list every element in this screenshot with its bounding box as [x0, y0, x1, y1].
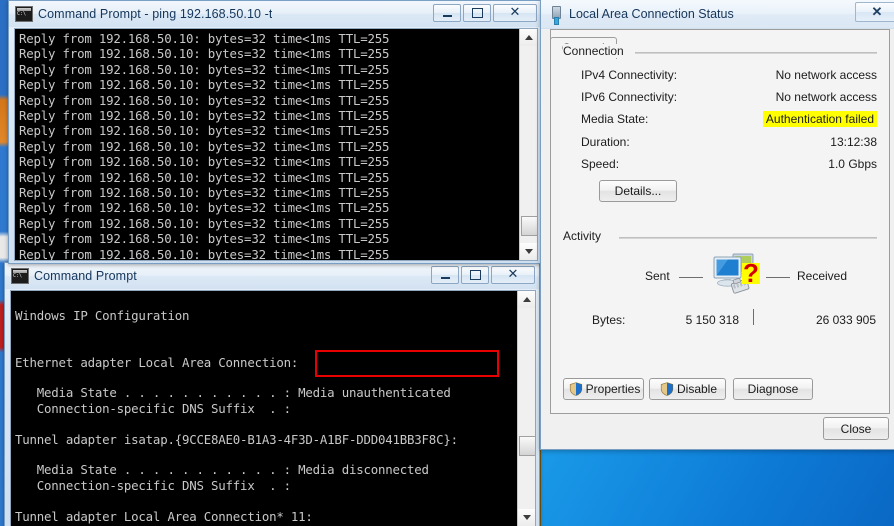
received-bytes-value: 26 033 905: [815, 313, 876, 327]
scroll-down-icon[interactable]: [518, 509, 535, 526]
minimize-button[interactable]: [431, 266, 459, 284]
local-area-connection-status-dialog[interactable]: Local Area Connection Status ✕ General C…: [540, 0, 894, 450]
properties-button[interactable]: Properties: [563, 378, 644, 400]
scrollbar-thumb[interactable]: [521, 216, 537, 236]
maximize-button[interactable]: [463, 4, 491, 22]
row-duration: Duration: 13:12:38: [581, 132, 877, 152]
shield-icon: [660, 382, 674, 396]
scroll-up-icon[interactable]: [518, 291, 535, 308]
ping-window-buttons: ✕: [433, 4, 537, 22]
close-button[interactable]: ✕: [491, 266, 535, 284]
minimize-button[interactable]: [433, 4, 461, 22]
sent-bytes-value: 5 150 318: [685, 313, 739, 327]
bytes-label: Bytes:: [592, 313, 626, 327]
sent-connector-line: [679, 277, 703, 278]
row-speed: Speed: 1.0 Gbps: [581, 154, 877, 174]
ipconfig-console[interactable]: Windows IP Configuration Ethernet adapte…: [10, 290, 536, 526]
svg-text:?: ?: [743, 258, 759, 288]
console-icon: [11, 268, 29, 284]
command-prompt-ping-window[interactable]: Command Prompt - ping 192.168.50.10 -t ✕…: [8, 0, 542, 264]
speed-value: 1.0 Gbps: [828, 157, 877, 171]
diagnose-button[interactable]: Diagnose: [733, 378, 813, 400]
received-connector-line: [766, 277, 790, 278]
scroll-up-icon[interactable]: [520, 29, 537, 46]
shield-icon: [569, 382, 583, 396]
ping-scrollbar[interactable]: [519, 29, 537, 260]
ipv6-connectivity-value: No network access: [775, 90, 877, 104]
close-icon[interactable]: ✕: [855, 2, 894, 22]
ipconfig-window-buttons: ✕: [431, 266, 535, 284]
status-dialog-titlebar[interactable]: Local Area Connection Status ✕: [541, 0, 894, 29]
computer-question-icon: ?: [709, 251, 765, 299]
ipv4-connectivity-label: IPv4 Connectivity:: [581, 68, 678, 82]
close-button[interactable]: Close: [823, 417, 889, 440]
scroll-down-icon[interactable]: [520, 243, 537, 260]
command-prompt-ipconfig-window[interactable]: Command Prompt ✕ Windows IP Configuratio…: [4, 262, 540, 526]
ipconfig-scrollbar[interactable]: [517, 291, 535, 526]
properties-button-label: Properties: [585, 382, 641, 396]
ipv4-connectivity-value: No network access: [775, 68, 877, 82]
ipconfig-title: Command Prompt: [34, 269, 137, 283]
disable-button[interactable]: Disable: [649, 378, 726, 400]
console-icon: [15, 6, 33, 22]
ipconfig-console-text: Windows IP Configuration Ethernet adapte…: [11, 291, 535, 526]
duration-label: Duration:: [581, 135, 630, 149]
ipconfig-highlighted-value: Media unauthenticated: [298, 385, 451, 401]
details-button[interactable]: Details...: [599, 180, 677, 202]
row-media-state: Media State: Authentication failed: [581, 109, 877, 129]
screen: Command Prompt ✕ Windows IP Configuratio…: [0, 0, 894, 526]
desktop-bottom-window: [540, 448, 894, 526]
ipv6-connectivity-label: IPv6 Connectivity:: [581, 90, 678, 104]
connection-group-label: Connection: [563, 44, 629, 58]
bytes-divider: [753, 309, 754, 325]
ping-console[interactable]: Reply from 192.168.50.10: bytes=32 time<…: [14, 28, 538, 261]
media-state-label: Media State:: [581, 112, 649, 126]
speed-label: Speed:: [581, 157, 620, 171]
ping-console-text: Reply from 192.168.50.10: bytes=32 time<…: [19, 31, 390, 261]
disable-button-label: Disable: [676, 382, 718, 396]
activity-group-label: Activity: [563, 229, 607, 243]
maximize-button[interactable]: [461, 266, 489, 284]
scrollbar-thumb[interactable]: [519, 436, 535, 456]
duration-value: 13:12:38: [830, 135, 877, 149]
ping-titlebar[interactable]: Command Prompt - ping 192.168.50.10 -t ✕: [9, 1, 541, 27]
general-tab-panel: Connection IPv4 Connectivity: No network…: [550, 29, 890, 414]
status-dialog-title: Local Area Connection Status: [569, 7, 734, 21]
activity-group: Activity Sent Received ? Bytes: 5 150 31…: [563, 229, 877, 357]
ping-title: Command Prompt - ping 192.168.50.10 -t: [38, 7, 273, 21]
ipconfig-text-after: Connection-specific DNS Suffix . : Tunne…: [15, 400, 458, 524]
received-label: Received: [797, 269, 848, 283]
sent-label: Sent: [645, 269, 670, 283]
media-state-value: Authentication failed: [762, 111, 877, 127]
ipconfig-text-before: Windows IP Configuration Ethernet adapte…: [15, 308, 299, 401]
row-ipv4-connectivity: IPv4 Connectivity: No network access: [581, 65, 877, 85]
network-adapter-icon: [549, 5, 562, 25]
row-ipv6-connectivity: IPv6 Connectivity: No network access: [581, 87, 877, 107]
close-button[interactable]: ✕: [493, 4, 537, 22]
ipconfig-titlebar[interactable]: Command Prompt ✕: [5, 263, 539, 289]
connection-group: Connection IPv4 Connectivity: No network…: [563, 44, 877, 232]
